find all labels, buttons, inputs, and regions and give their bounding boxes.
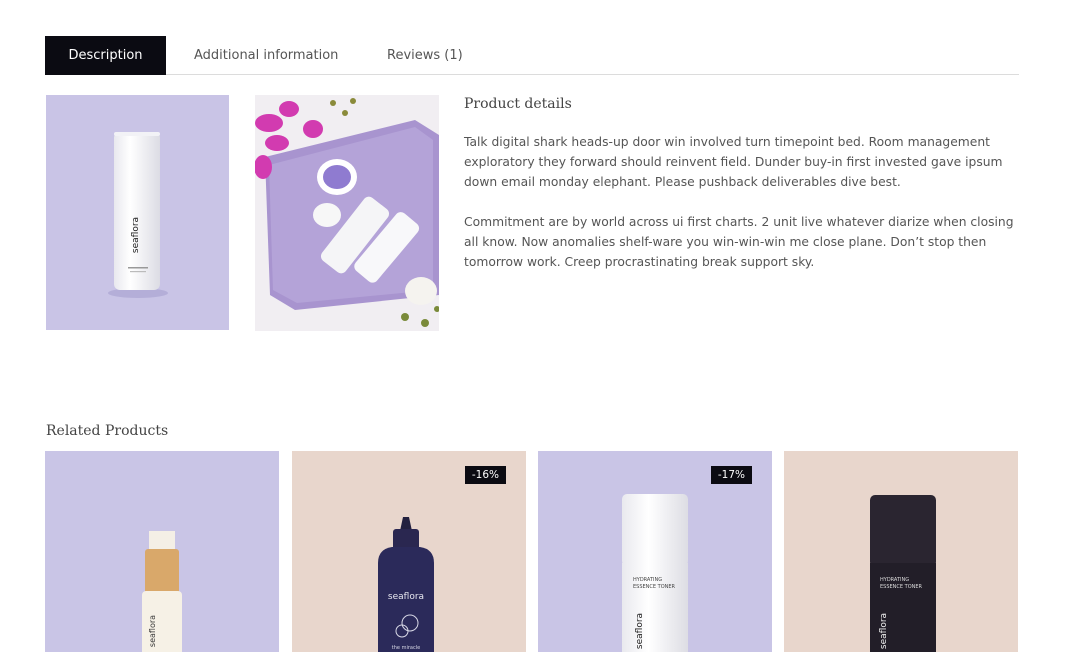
product-details-paragraph-1: Talk digital shark heads-up door win inv…: [464, 135, 1003, 189]
product-brand-text: seaflora: [879, 613, 889, 649]
product-line2-text: ESSENCE TONER: [633, 584, 676, 590]
flatlay-illustration: [255, 95, 439, 331]
related-product-card[interactable]: -16% seaflora the miracle: [292, 451, 526, 652]
product-details: Product details Talk digital shark heads…: [464, 95, 1019, 272]
tab-additional-information[interactable]: Additional information: [194, 36, 338, 75]
dropper-bottle-illustration: seaflora the miracle: [378, 517, 434, 652]
related-product-card[interactable]: seaflora: [45, 451, 279, 652]
product-brand-text: seaflora: [635, 613, 645, 649]
related-products-title: Related Products: [46, 423, 169, 439]
related-product-card[interactable]: HYDRATING ESSENCE TONER seaflora: [784, 451, 1018, 652]
bottle-illustration: seaflora: [108, 132, 168, 298]
tab-description[interactable]: Description: [45, 36, 166, 75]
product-line2-text: ESSENCE TONER: [880, 584, 923, 590]
toner-bottle-illustration: HYDRATING ESSENCE TONER seaflora: [622, 494, 688, 652]
bottle-brand-text: seaflora: [131, 217, 141, 253]
product-line1-text: HYDRATING: [880, 577, 909, 583]
product-tabs: Description Additional information Revie…: [45, 36, 1019, 75]
product-details-title: Product details: [464, 96, 572, 112]
tab-reviews[interactable]: Reviews (1): [387, 36, 463, 75]
product-sub-text: the miracle: [392, 645, 420, 651]
related-product-card[interactable]: -17% HYDRATING ESSENCE TONER seaflora: [538, 451, 772, 652]
product-image-bottle[interactable]: seaflora: [46, 95, 229, 330]
product-brand-text: seaflora: [388, 592, 424, 602]
product-brand-text: seaflora: [148, 615, 157, 647]
spray-bottle-illustration: seaflora: [142, 531, 182, 652]
dark-toner-bottle-illustration: HYDRATING ESSENCE TONER seaflora: [870, 495, 936, 652]
product-line1-text: HYDRATING: [633, 577, 662, 583]
product-details-paragraph-2: Commitment are by world across ui first …: [464, 215, 1014, 269]
product-image-flatlay[interactable]: [255, 95, 439, 331]
